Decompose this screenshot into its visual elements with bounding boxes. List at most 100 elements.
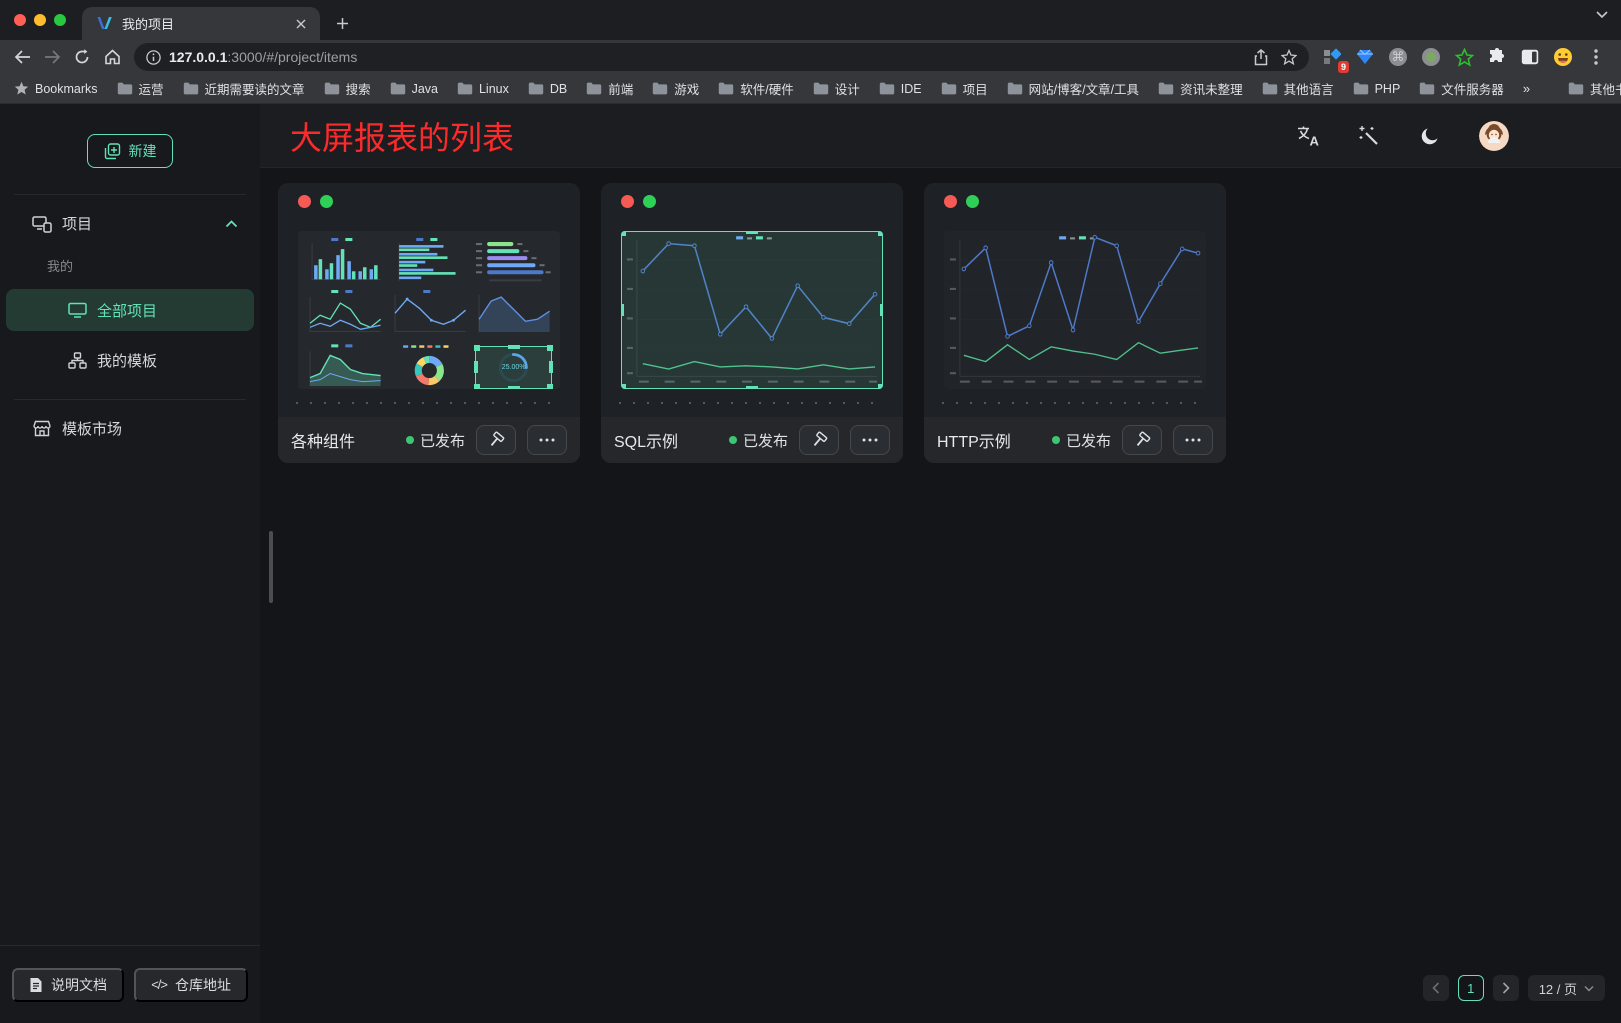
browser-tab[interactable]: 我的项目 [82,7,320,40]
chevron-up-icon[interactable] [225,220,238,228]
edit-project-button[interactable] [476,425,516,455]
bookmark-folder[interactable]: 项目 [941,79,988,98]
hammer-icon [487,431,505,449]
home-icon[interactable] [98,43,126,71]
browser-window: 我的项目 127.0.0.1:3000/#/project/items [0,0,1621,104]
gem-icon[interactable] [1352,44,1378,70]
sidebar: 新建 项目 我的 全部项目 我的模板 模板市场 说明文档 [0,104,260,1023]
green-star-icon[interactable] [1451,44,1477,70]
sidebar-group-projects[interactable]: 项目 [0,195,260,240]
close-window-button[interactable] [14,14,26,26]
more-actions-button[interactable] [527,425,567,455]
bookmark-folder[interactable]: 其他语言 [1262,79,1334,98]
repo-button[interactable]: </> 仓库地址 [134,968,248,1002]
sidebar-owner-label: 我的 [0,240,260,281]
screens-icon [32,215,52,233]
record-circle-icon[interactable] [1418,44,1444,70]
document-icon [29,977,43,993]
hammer-icon [810,431,828,449]
command-circle-icon[interactable]: ⌘ [1385,44,1411,70]
project-card[interactable]: SQL示例 已发布 [601,183,903,463]
bookmark-folder[interactable]: Java [390,82,438,96]
extension-grid-icon[interactable]: 9 [1319,44,1345,70]
project-card[interactable]: HTTP示例 已发布 [924,183,1226,463]
line-chart [944,231,1206,389]
forward-icon[interactable] [38,43,66,71]
bookmark-folder[interactable]: 游戏 [652,79,699,98]
folder-icon [457,82,473,95]
svg-text:A: A [1310,133,1320,147]
extensions-puzzle-icon[interactable] [1484,44,1510,70]
bookmark-folder[interactable]: 搜索 [324,79,371,98]
side-panel-icon[interactable] [1517,44,1543,70]
page-size-select[interactable]: 12 / 页 [1528,975,1605,1001]
other-bookmarks[interactable]: 其他书签 [1568,79,1621,98]
status-dot [1052,436,1060,444]
page-number[interactable]: 1 [1458,975,1484,1001]
browser-menu-icon[interactable] [1583,44,1609,70]
magic-wand-icon[interactable] [1357,124,1381,148]
bookmark-item[interactable]: Bookmarks [14,81,98,96]
tab-search-icon[interactable] [1595,10,1609,19]
minimize-window-button[interactable] [34,14,46,26]
bookmark-folder[interactable]: 软件/硬件 [718,79,793,98]
scrollbar-thumb[interactable] [269,531,273,603]
more-actions-button[interactable] [1173,425,1213,455]
url-bar[interactable]: 127.0.0.1:3000/#/project/items [134,43,1309,71]
project-name: HTTP示例 [937,428,1011,452]
sidebar-footer: 说明文档 </> 仓库地址 [0,945,260,1023]
ellipsis-icon [539,438,555,442]
bookmarks-overflow-chevron[interactable]: » [1523,81,1530,96]
window-controls [0,0,82,40]
edit-project-button[interactable] [1122,425,1162,455]
bookmark-folder[interactable]: 前端 [586,79,633,98]
emoji-face-icon[interactable] [1550,44,1576,70]
prev-page-button[interactable] [1423,975,1449,1001]
more-actions-button[interactable] [850,425,890,455]
gauge-value: 25.00% [476,364,551,371]
bookmark-folder[interactable]: PHP [1353,82,1401,96]
pagination: 1 12 / 页 [1423,975,1605,1001]
preview-gauge-selected: 25.00% [473,342,554,389]
template-flow-icon [68,352,87,369]
edit-project-button[interactable] [799,425,839,455]
sidebar-item-all-projects[interactable]: 全部项目 [6,289,254,331]
bookmark-folder[interactable]: DB [528,82,567,96]
bookmark-folder[interactable]: 运营 [117,79,164,98]
share-icon[interactable] [1247,43,1275,71]
maximize-window-button[interactable] [54,14,66,26]
folder-icon [1007,82,1023,95]
new-project-button[interactable]: 新建 [87,134,173,168]
user-avatar[interactable] [1479,121,1509,151]
bookmark-star-icon[interactable] [1275,43,1303,71]
bookmark-folder[interactable]: 近期需要读的文章 [183,79,305,98]
tab-close-icon[interactable] [292,15,310,33]
dark-mode-moon-icon[interactable] [1418,124,1442,148]
dotted-divider [619,402,885,404]
bookmark-folder[interactable]: 设计 [813,79,860,98]
bookmark-folder[interactable]: 资讯未整理 [1158,79,1243,98]
project-card[interactable]: 25.00% 各种组件 已发布 [278,183,580,463]
sidebar-item-template-market[interactable]: 模板市场 [0,400,260,445]
project-preview-widgets: 25.00% [298,231,560,389]
reload-icon[interactable] [68,43,96,71]
next-page-button[interactable] [1493,975,1519,1001]
folder-icon [183,82,199,95]
back-icon[interactable] [8,43,36,71]
dotted-divider [942,402,1208,404]
preview-area-chart-green [304,342,385,389]
site-info-icon[interactable] [146,50,161,65]
code-icon: </> [151,977,167,992]
status-dot [729,436,737,444]
project-preview-chart [944,231,1206,389]
card-dot-red [621,195,634,208]
translate-icon[interactable]: A [1296,124,1320,148]
bookmark-folder[interactable]: IDE [879,82,922,96]
bookmark-folder[interactable]: 网站/博客/文章/工具 [1007,79,1139,98]
sidebar-item-my-templates[interactable]: 我的模板 [6,339,254,381]
new-tab-button[interactable] [328,9,356,37]
bookmark-folder[interactable]: Linux [457,82,509,96]
docs-button[interactable]: 说明文档 [12,968,124,1002]
star-filled-icon [14,81,29,96]
bookmark-folder[interactable]: 文件服务器 [1419,79,1504,98]
